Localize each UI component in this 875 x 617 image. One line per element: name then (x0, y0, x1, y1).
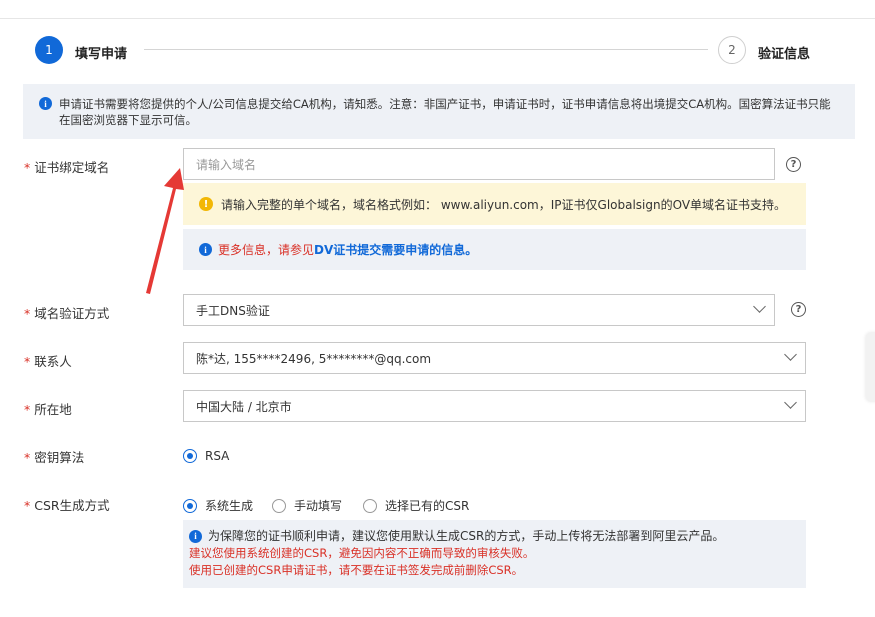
radio-dot (183, 449, 197, 463)
step-1-indicator: 1 (35, 36, 63, 64)
notice-banner: i 申请证书需要将您提供的个人/公司信息提交给CA机构，请知悉。注意：非国产证书… (23, 84, 855, 139)
radio-csr-system-label: 系统生成 (205, 499, 254, 513)
location-value: 中国大陆 / 北京市 (196, 399, 292, 414)
domain-more-prefix: 更多信息，请参见 (218, 243, 315, 257)
radio-dot (363, 498, 377, 513)
radio-dot (183, 498, 197, 513)
notice-text: 申请证书需要将您提供的个人/公司信息提交给CA机构，请知悉。注意：非国产证书，申… (59, 97, 831, 127)
contact-select[interactable]: 陈*达, 155****2496, 5********@qq.com (183, 342, 806, 374)
domain-more-info-box: i 更多信息，请参见 DV证书提交需要申请的信息。 (183, 229, 806, 270)
verify-method-help-icon[interactable]: ? (791, 302, 806, 317)
info-icon: i (39, 97, 52, 110)
dv-info-link[interactable]: DV证书提交需要申请的信息。 (314, 241, 477, 258)
domain-placeholder: 请输入域名 (196, 157, 257, 172)
radio-rsa[interactable]: RSA (183, 449, 229, 463)
step-connector (144, 49, 708, 50)
top-divider (0, 18, 875, 19)
domain-label: * 证书绑定域名 (24, 160, 110, 175)
key-algo-label: * 密钥算法 (24, 450, 85, 465)
radio-csr-system[interactable]: 系统生成 (183, 497, 253, 514)
step-2-indicator: 2 (718, 36, 746, 64)
radio-dot (272, 498, 286, 513)
csr-info-box: i 为保障您的证书顺利申请，建议您使用默认生成CSR的方式，手动上传将无法部署到… (183, 520, 806, 588)
radio-csr-manual[interactable]: 手动填写 (272, 497, 342, 514)
domain-help-icon[interactable]: ? (786, 157, 801, 172)
csr-info-text: 为保障您的证书顺利申请，建议您使用默认生成CSR的方式，手动上传将无法部署到阿里… (208, 529, 725, 543)
contact-value: 陈*达, 155****2496, 5********@qq.com (196, 351, 432, 366)
csr-warning-1: 建议您使用系统创建的CSR，避免因内容不正确而导致的审核失败。 (189, 546, 535, 560)
radio-rsa-label: RSA (205, 449, 230, 463)
radio-csr-manual-label: 手动填写 (294, 499, 343, 513)
info-icon: i (189, 530, 202, 543)
chevron-down-icon (753, 300, 766, 313)
domain-input[interactable]: 请输入域名 (183, 148, 775, 180)
chevron-down-icon (784, 396, 797, 409)
contact-label: * 联系人 (24, 354, 72, 369)
domain-warning-text: 请输入完整的单个域名，域名格式例如： www.aliyun.com，IP证书仅G… (221, 197, 787, 212)
step-1-label: 填写申请 (75, 47, 128, 62)
chevron-down-icon (784, 348, 797, 361)
domain-warning-box: ! 请输入完整的单个域名，域名格式例如： www.aliyun.com，IP证书… (183, 183, 806, 225)
location-select[interactable]: 中国大陆 / 北京市 (183, 390, 806, 422)
location-label: * 所在地 (24, 402, 72, 417)
side-panel-tab[interactable] (866, 332, 875, 402)
verify-method-select[interactable]: 手工DNS验证 (183, 294, 775, 326)
step-2-label: 验证信息 (758, 47, 811, 62)
info-icon: i (199, 243, 212, 256)
radio-csr-existing-label: 选择已有的CSR (385, 499, 470, 513)
verify-method-label: * 域名验证方式 (24, 306, 110, 321)
warning-icon: ! (199, 197, 213, 211)
radio-csr-existing[interactable]: 选择已有的CSR (363, 497, 469, 514)
csr-label: * CSR生成方式 (24, 498, 110, 513)
verify-method-value: 手工DNS验证 (196, 303, 270, 318)
csr-warning-2: 使用已创建的CSR申请证书，请不要在证书签发完成前删除CSR。 (189, 563, 524, 577)
